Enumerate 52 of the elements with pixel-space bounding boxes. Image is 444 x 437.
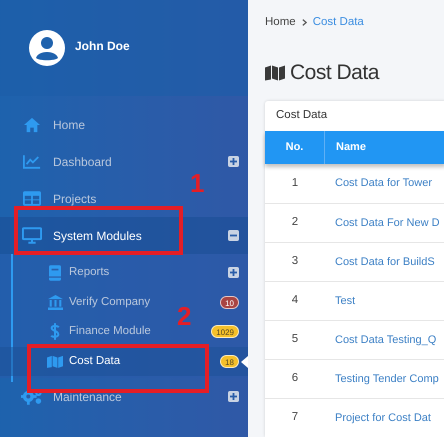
map-icon — [265, 64, 285, 81]
table-cell-text: 4 — [290, 293, 300, 308]
map-icon — [47, 354, 63, 369]
table-link[interactable]: Cost Data for Tower — [325, 164, 444, 203]
monitor-icon — [22, 227, 42, 244]
user-name: John Doe — [75, 38, 130, 55]
expand-icon[interactable] — [228, 391, 239, 402]
table-cell-text: 2 — [290, 215, 300, 230]
page-title: Cost Data — [290, 60, 379, 86]
menu-item[interactable]: Projects — [53, 190, 96, 208]
expand-icon[interactable] — [228, 267, 239, 278]
line-chart-icon — [23, 154, 41, 169]
menu-item[interactable]: Home — [53, 116, 86, 134]
submenu-item[interactable]: Verify Company — [69, 294, 150, 311]
submenu-item[interactable]: Finance Module — [69, 323, 151, 340]
table-cell-text: 3 — [290, 254, 300, 270]
table-link[interactable]: Cost Data for BuildS — [325, 243, 444, 281]
table-cell-text: 1 — [290, 176, 300, 191]
count-badge: 18 — [220, 354, 239, 368]
table-cell-text: 5 — [290, 332, 300, 348]
book-icon — [49, 264, 61, 281]
breadcrumb-link[interactable]: Home — [265, 14, 296, 31]
bank-icon — [48, 294, 62, 310]
table-cell-text: 7 — [290, 410, 300, 426]
avatar-icon — [29, 31, 65, 66]
table-link[interactable]: Test — [325, 282, 444, 320]
table-cell-text: 6 — [290, 371, 300, 386]
dollar-icon — [50, 323, 60, 340]
menu-item[interactable]: Maintenance — [53, 388, 122, 406]
count-badge: 1029 — [211, 325, 239, 338]
column-header[interactable]: No. — [265, 131, 325, 164]
submenu-item[interactable]: Reports — [69, 264, 110, 282]
table-icon — [23, 191, 41, 206]
menu-item[interactable]: Dashboard — [53, 152, 112, 170]
chevron-right-icon — [302, 18, 307, 26]
table-link[interactable]: Testing Tender Comp — [325, 360, 444, 398]
menu-item[interactable]: System Modules — [0, 217, 248, 254]
table-link[interactable]: Cost Data Testing_Q — [325, 321, 444, 359]
breadcrumb-link[interactable]: Cost Data — [312, 14, 364, 31]
column-header[interactable]: Name — [325, 131, 444, 164]
expand-icon[interactable] — [228, 156, 239, 167]
collapse-icon[interactable] — [228, 230, 239, 241]
step-number: 2 — [177, 303, 192, 329]
home-icon — [23, 116, 41, 132]
gears-icon — [21, 388, 43, 405]
card-title: Cost Data — [275, 108, 328, 124]
active-pointer-icon — [241, 356, 248, 368]
count-badge: 10 — [220, 296, 239, 309]
table-link[interactable]: Cost Data For New D — [325, 204, 444, 242]
step-number: 1 — [190, 170, 204, 196]
table-link[interactable]: Project for Cost Dat — [325, 399, 444, 437]
submenu-item[interactable]: Cost Data 18 — [0, 346, 248, 376]
